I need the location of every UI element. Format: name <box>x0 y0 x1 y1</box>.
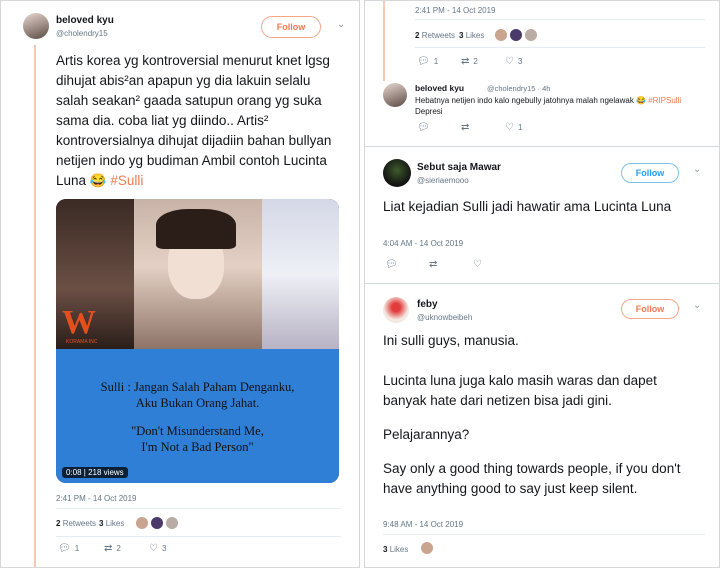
follow-button[interactable]: Follow <box>621 299 679 319</box>
tweet-paragraph-3: Pelajarannya? <box>383 427 470 442</box>
reply-button[interactable]: 💬︎ <box>417 122 430 133</box>
video-logo-sub: KORAMA INC <box>66 339 98 345</box>
caption-en-line2: I'm Not a Bad Person" <box>141 440 254 454</box>
display-name[interactable]: beloved kyu <box>56 15 114 26</box>
chevron-down-icon[interactable]: ⌄ <box>693 300 701 311</box>
reply-text: Hebatnya netijen indo kalo ngebully jato… <box>415 96 682 116</box>
thread-line <box>383 1 385 81</box>
avatar[interactable] <box>383 297 409 323</box>
avatar[interactable] <box>23 13 49 39</box>
reply-icon: 💬︎ <box>417 122 430 133</box>
retweet-icon: ⇄ <box>461 56 470 67</box>
follow-button[interactable]: Follow <box>621 163 679 183</box>
hashtag-link[interactable]: #Sulli <box>110 173 143 188</box>
left-tweet-panel: beloved kyu @cholendry15 Follow ⌄ Artis … <box>0 0 360 568</box>
liker-avatar[interactable] <box>166 517 178 529</box>
user-handle[interactable]: @uknowbeibeh <box>417 313 472 322</box>
tweet-timestamp[interactable]: 2:41 PM - 14 Oct 2019 <box>56 494 137 503</box>
reply-button[interactable]: 💬︎ 1 <box>58 543 79 554</box>
heart-icon: ♡ <box>473 259 482 270</box>
video-logo: W <box>62 304 96 341</box>
reply-icon: 💬︎ <box>385 259 398 270</box>
liker-avatar[interactable] <box>510 29 522 41</box>
retweet-count[interactable]: 2 Retweets <box>56 519 96 528</box>
heart-icon: ♡ <box>149 543 158 554</box>
like-button[interactable]: ♡ <box>473 259 482 270</box>
tweet-paragraph-4: Say only a good thing towards people, if… <box>383 461 681 496</box>
user-handle[interactable]: @sieriaemooo <box>417 176 469 185</box>
thread-line <box>34 45 36 567</box>
user-handle[interactable]: @cholendry15 · 4h <box>487 84 550 93</box>
like-count[interactable]: 3 Likes <box>459 31 484 40</box>
display-name[interactable]: feby <box>417 299 438 310</box>
right-tweet-panel: 2:41 PM - 14 Oct 2019 2 Retweets 3 Likes… <box>364 0 720 568</box>
caption-id-line1: Sulli : Jangan Salah Paham Denganku, <box>100 380 295 394</box>
liker-avatar[interactable] <box>421 542 433 554</box>
retweet-button[interactable]: ⇄ 2 <box>461 56 478 67</box>
divider <box>415 47 705 48</box>
reply-icon: 💬︎ <box>417 56 430 67</box>
display-name[interactable]: beloved kyu <box>415 83 464 93</box>
chevron-down-icon[interactable]: ⌄ <box>693 164 701 175</box>
tweet-separator <box>365 146 719 147</box>
liker-avatar[interactable] <box>136 517 148 529</box>
video-frame-right <box>262 199 339 349</box>
display-name[interactable]: Sebut saja Mawar <box>417 162 501 173</box>
reply-icon: 💬︎ <box>58 543 71 554</box>
like-button[interactable]: ♡ 1 <box>505 122 522 133</box>
liker-avatar[interactable] <box>151 517 163 529</box>
caption-id-line2: Aku Bukan Orang Jahat. <box>135 396 260 410</box>
tweet-text: Artis korea yg kontroversial menurut kne… <box>56 53 332 188</box>
video-duration: 0:08 | 218 views <box>62 467 128 478</box>
tweet-text: Liat kejadian Sulli jadi hawatir ama Luc… <box>383 199 672 214</box>
hashtag-link[interactable]: #RIPSulli <box>648 96 681 105</box>
heart-icon: ♡ <box>505 122 514 133</box>
follow-button[interactable]: Follow <box>261 16 321 38</box>
like-count[interactable]: 3 Likes <box>383 545 408 554</box>
divider <box>383 534 705 535</box>
heart-icon: ♡ <box>505 56 514 67</box>
retweet-button[interactable]: ⇄ <box>461 122 469 133</box>
retweet-button[interactable]: ⇄ <box>429 259 437 270</box>
retweet-count[interactable]: 2 Retweets <box>415 31 455 40</box>
avatar[interactable] <box>383 83 407 107</box>
divider <box>415 19 705 20</box>
retweet-icon: ⇄ <box>104 543 113 554</box>
divider <box>56 536 341 537</box>
like-button[interactable]: ♡ 3 <box>149 543 166 554</box>
like-count[interactable]: 3 Likes <box>99 519 124 528</box>
tweet-paragraph-2: Lucinta luna juga kalo masih waras dan d… <box>383 373 657 408</box>
avatar[interactable] <box>383 159 411 187</box>
video-player[interactable]: W KORAMA INC Sulli : Jangan Salah Paham … <box>56 199 339 483</box>
divider <box>56 508 341 509</box>
retweet-button[interactable]: ⇄ 2 <box>104 543 121 554</box>
caption-en-line1: "Don't Misunderstand Me, <box>131 424 264 438</box>
caption-card: Sulli : Jangan Salah Paham Denganku, Aku… <box>56 349 339 483</box>
tweet-paragraph-1: Ini sulli guys, manusia. <box>383 333 519 348</box>
tweet-timestamp[interactable]: 4:04 AM - 14 Oct 2019 <box>383 239 463 248</box>
user-handle[interactable]: @cholendry15 <box>56 29 108 38</box>
like-button[interactable]: ♡ 3 <box>505 56 522 67</box>
retweet-icon: ⇄ <box>429 259 438 270</box>
chevron-down-icon[interactable]: ⌄ <box>337 19 345 30</box>
retweet-icon: ⇄ <box>461 122 470 133</box>
reply-button[interactable]: 💬︎ 1 <box>417 56 438 67</box>
hair <box>156 209 236 249</box>
reply-button[interactable]: 💬︎ <box>385 259 398 270</box>
video-frame-center <box>134 199 262 349</box>
tweet-separator <box>365 283 719 284</box>
tweet-timestamp[interactable]: 2:41 PM - 14 Oct 2019 <box>415 6 496 15</box>
liker-avatar[interactable] <box>525 29 537 41</box>
tweet-timestamp[interactable]: 9:48 AM - 14 Oct 2019 <box>383 520 463 529</box>
liker-avatar[interactable] <box>495 29 507 41</box>
